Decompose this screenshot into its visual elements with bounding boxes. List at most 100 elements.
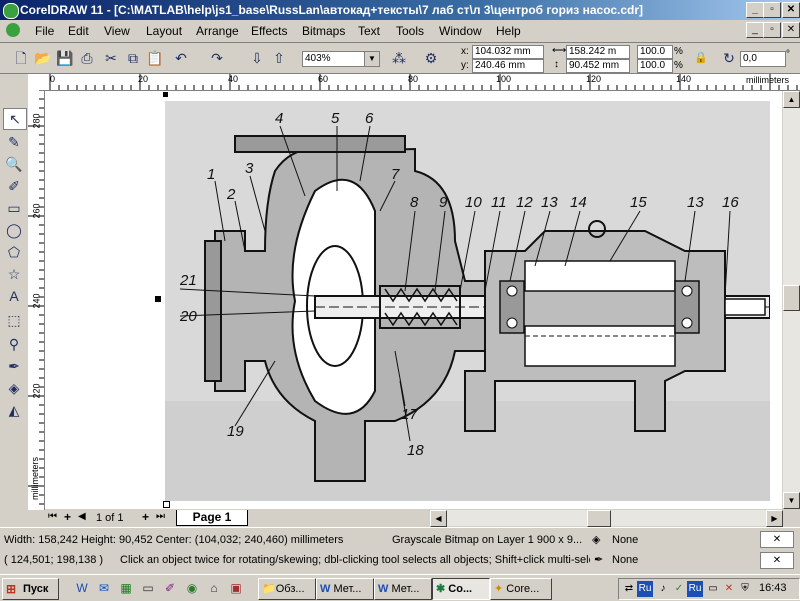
doc-minimize-button[interactable]: _ <box>746 22 764 38</box>
menu-text[interactable]: Text <box>358 24 380 38</box>
snap-to-icon[interactable]: ⁂ <box>388 47 410 69</box>
scroll-right-icon[interactable]: ▶ <box>766 510 783 527</box>
freehand-tool-icon[interactable]: ✐ <box>3 176 25 196</box>
scroll-left-icon[interactable]: ◀ <box>430 510 447 527</box>
restore-button[interactable]: ▫ <box>763 2 781 18</box>
rectangle-tool-icon[interactable]: ▭ <box>3 198 25 218</box>
menu-bitmaps[interactable]: Bitmaps <box>302 24 345 38</box>
app-quicklaunch-icon[interactable]: ▣ <box>228 580 244 596</box>
menu-window[interactable]: Window <box>439 24 482 38</box>
coreldraw-app-icon[interactable] <box>3 3 19 19</box>
close-button[interactable]: ✕ <box>782 2 800 18</box>
tray-check-icon[interactable]: ✓ <box>671 581 687 597</box>
x-position-field[interactable]: 104.032 mm <box>472 45 544 59</box>
lock-ratio-icon[interactable]: 🔒 <box>690 47 712 69</box>
vertical-ruler[interactable]: 280 260 240 220 millimeters <box>28 90 45 510</box>
task-button-4[interactable]: ✱ Co... <box>432 578 490 600</box>
minimize-button[interactable]: _ <box>746 2 764 18</box>
shape-tool-icon[interactable]: ✎ <box>3 132 25 152</box>
pump-drawing-bitmap[interactable]: 1 2 3 4 5 6 7 8 9 10 11 12 13 14 15 13 1… <box>165 101 770 501</box>
rotation-angle-field[interactable]: 0,0 <box>740 51 786 67</box>
task-button-3[interactable]: W Мет... <box>374 578 432 600</box>
selection-handle-bottom-left[interactable] <box>163 501 170 508</box>
tray-volume-icon[interactable]: ♪ <box>655 581 671 597</box>
first-page-icon[interactable]: ⏮ <box>48 511 57 522</box>
zoom-level-select[interactable]: 403% <box>302 51 366 67</box>
tray-antivirus-icon[interactable]: ⛨ <box>737 581 753 597</box>
save-icon[interactable]: 💾 <box>54 47 76 69</box>
menu-arrange[interactable]: Arrange <box>196 24 239 38</box>
copy-icon[interactable]: ⧉ <box>122 47 144 69</box>
outlook-quicklaunch-icon[interactable]: ✉ <box>96 580 112 596</box>
undo-icon[interactable]: ↶ <box>170 47 192 69</box>
redo-icon[interactable]: ↷ <box>206 47 228 69</box>
last-page-icon[interactable]: ⏭ <box>156 511 165 522</box>
open-icon[interactable]: 📂 <box>32 47 54 69</box>
excel-quicklaunch-icon[interactable]: ▦ <box>118 580 134 596</box>
import-icon[interactable]: ⇩ <box>246 47 268 69</box>
menu-effects[interactable]: Effects <box>251 24 287 38</box>
tray-network-icon[interactable]: ⇄ <box>621 581 637 597</box>
vertical-scrollbar[interactable]: ▲ ▼ <box>783 91 800 509</box>
add-page-after-icon[interactable]: + <box>142 510 149 524</box>
fill-none-swatch[interactable]: ✕ <box>760 531 794 548</box>
media-quicklaunch-icon[interactable]: ◉ <box>184 580 200 596</box>
task-button-2[interactable]: W Мет... <box>316 578 374 600</box>
task-button-1[interactable]: 📁Обз... <box>258 578 316 600</box>
page-tab[interactable]: Page 1 <box>176 510 248 526</box>
doc-close-button[interactable]: ✕ <box>782 22 800 38</box>
outline-tool-icon[interactable]: ✒ <box>3 356 25 376</box>
task-button-5[interactable]: ✦ Core... <box>490 578 552 600</box>
scale-x-field[interactable]: 100.0 <box>637 45 673 59</box>
outline-none-swatch[interactable]: ✕ <box>760 552 794 569</box>
paint-quicklaunch-icon[interactable]: ✐ <box>162 580 178 596</box>
vertical-scroll-thumb[interactable] <box>783 285 800 311</box>
start-button[interactable]: ⊞ Пуск <box>2 578 59 600</box>
menu-file[interactable]: File <box>35 24 54 38</box>
add-page-before-icon[interactable]: + <box>64 510 71 524</box>
width-field[interactable]: 158.242 m <box>566 45 630 59</box>
selection-handle-left[interactable] <box>155 296 161 302</box>
menu-tools[interactable]: Tools <box>396 24 424 38</box>
fill-tool-icon[interactable]: ◈ <box>3 378 25 398</box>
polygon-tool-icon[interactable]: ⬠ <box>3 242 25 262</box>
menu-edit[interactable]: Edit <box>68 24 89 38</box>
drawing-canvas[interactable]: 1 2 3 4 5 6 7 8 9 10 11 12 13 14 15 13 1… <box>45 91 782 509</box>
document-icon[interactable] <box>6 23 20 37</box>
scroll-up-icon[interactable]: ▲ <box>783 91 800 108</box>
text-tool-icon[interactable]: A <box>3 286 25 306</box>
height-field[interactable]: 90.452 mm <box>566 59 630 73</box>
export-icon[interactable]: ⇧ <box>268 47 290 69</box>
horizontal-scrollbar[interactable]: ◀ ▶ <box>430 510 783 527</box>
language-indicator-2[interactable]: Ru <box>687 581 703 597</box>
print-icon[interactable]: ⎙ <box>76 47 98 69</box>
scale-y-field[interactable]: 100.0 <box>637 59 673 73</box>
options-icon[interactable]: ⚙ <box>420 47 442 69</box>
interactive-fill-tool-icon[interactable]: ◭ <box>3 400 25 420</box>
tray-tool-icon[interactable]: ✕ <box>721 581 737 597</box>
ellipse-tool-icon[interactable]: ◯ <box>3 220 25 240</box>
word-quicklaunch-icon[interactable]: W <box>74 580 90 596</box>
language-indicator[interactable]: Ru <box>637 581 653 597</box>
paste-icon[interactable]: 📋 <box>144 47 166 69</box>
zoom-tool-icon[interactable]: 🔍 <box>3 154 25 174</box>
prev-page-icon[interactable]: ◀ <box>78 511 86 522</box>
pick-tool-icon[interactable]: ↖ <box>3 108 27 130</box>
eyedropper-tool-icon[interactable]: ⚲ <box>3 334 25 354</box>
new-document-icon[interactable]: 🗋 <box>10 47 32 69</box>
interactive-blend-tool-icon[interactable]: ⬚ <box>3 310 25 330</box>
zoom-dropdown-arrow-icon[interactable]: ▼ <box>364 51 380 67</box>
network-quicklaunch-icon[interactable]: ⌂ <box>206 580 222 596</box>
selection-handle-top-left[interactable] <box>163 92 168 97</box>
menu-view[interactable]: View <box>104 24 130 38</box>
tray-monitor-icon[interactable]: ▭ <box>705 581 721 597</box>
y-position-field[interactable]: 240.46 mm <box>472 59 544 73</box>
horizontal-scroll-thumb[interactable] <box>587 510 611 527</box>
horizontal-ruler[interactable]: 0 20 40 60 80 100 120 140 millimeters <box>28 74 800 91</box>
desktop-quicklaunch-icon[interactable]: ▭ <box>140 580 156 596</box>
scroll-down-icon[interactable]: ▼ <box>783 492 800 509</box>
menu-help[interactable]: Help <box>496 24 521 38</box>
basic-shapes-tool-icon[interactable]: ☆ <box>3 264 25 284</box>
menu-layout[interactable]: Layout <box>146 24 182 38</box>
cut-icon[interactable]: ✂ <box>100 47 122 69</box>
